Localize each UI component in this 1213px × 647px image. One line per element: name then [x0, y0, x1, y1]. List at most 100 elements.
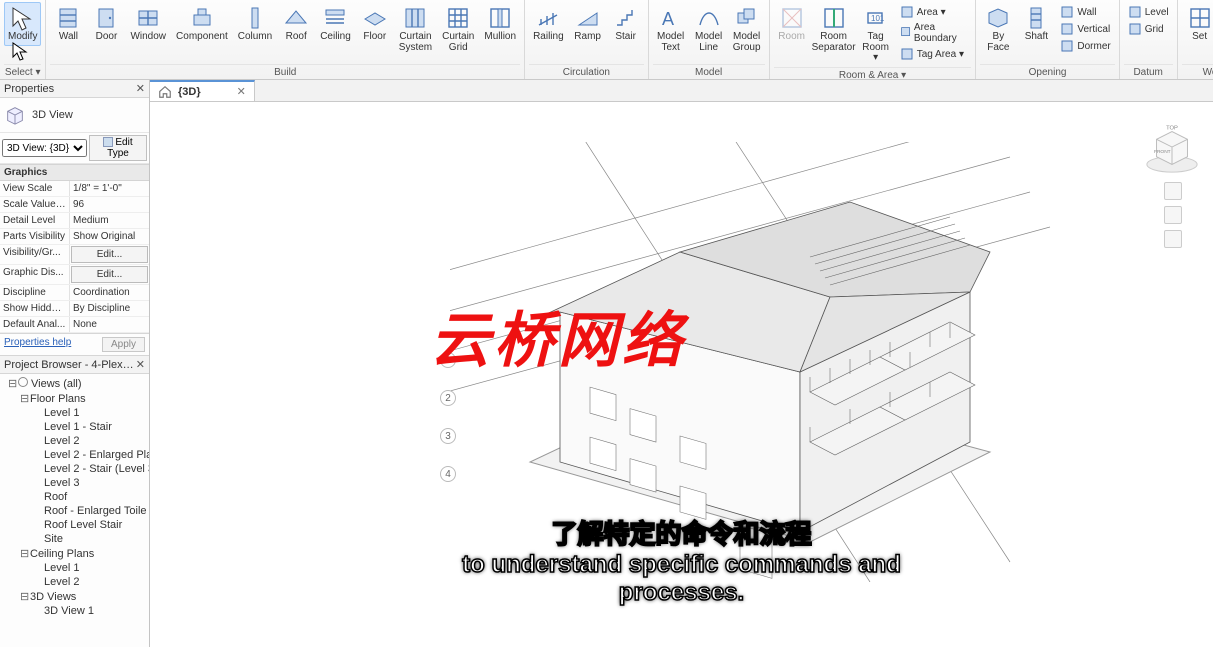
- room-separator-button[interactable]: Room Separator: [812, 2, 856, 56]
- tree-node[interactable]: Site: [0, 532, 149, 546]
- ramp-button[interactable]: Ramp: [570, 2, 606, 46]
- nav-wheel[interactable]: [1163, 182, 1183, 262]
- model-text-button[interactable]: AModel Text: [653, 2, 689, 56]
- mini-label: Grid: [1145, 24, 1164, 35]
- property-row[interactable]: Detail LevelMedium: [0, 213, 149, 229]
- instance-selector[interactable]: 3D View: {3D}: [2, 139, 87, 157]
- tree-node[interactable]: ⊟Floor Plans: [0, 391, 149, 406]
- type-selector[interactable]: 3D View: [0, 98, 149, 133]
- tool-label: Floor: [363, 32, 386, 43]
- tree-label: Level 2: [44, 435, 79, 447]
- by-face-button[interactable]: By Face: [980, 2, 1016, 56]
- properties-header: Properties ✕: [0, 80, 149, 98]
- property-row[interactable]: View Scale1/8" = 1'-0": [0, 181, 149, 197]
- tree-twisty-icon[interactable]: ⊟: [8, 377, 18, 390]
- ceiling-button[interactable]: Ceiling: [316, 2, 355, 46]
- close-icon[interactable]: ✕: [237, 85, 246, 98]
- tool-label: Tag Room ▾: [862, 32, 890, 64]
- tree-node[interactable]: Roof: [0, 490, 149, 504]
- by-face-icon: [985, 5, 1011, 31]
- tree-node[interactable]: Level 1: [0, 406, 149, 420]
- view-cube[interactable]: TOP FRONT: [1143, 118, 1201, 176]
- tool-label: Wall: [59, 32, 78, 43]
- property-row[interactable]: Default Anal...None: [0, 317, 149, 333]
- tree-node[interactable]: Level 1: [0, 561, 149, 575]
- property-row[interactable]: Parts VisibilityShow Original: [0, 229, 149, 245]
- property-value[interactable]: Show Original: [70, 229, 149, 244]
- apply-button[interactable]: Apply: [102, 337, 145, 352]
- stair-button[interactable]: Stair: [608, 2, 644, 46]
- tree-twisty-icon[interactable]: ⊟: [20, 590, 30, 603]
- opening-wall-icon: [1060, 5, 1074, 19]
- curtain-system-button[interactable]: Curtain System: [395, 2, 436, 56]
- level-button[interactable]: Level: [1126, 4, 1171, 20]
- tree-node[interactable]: 3D View 1: [0, 604, 149, 618]
- railing-button[interactable]: Railing: [529, 2, 568, 46]
- tree-node[interactable]: ⊟3D Views: [0, 589, 149, 604]
- opening-dormer-button[interactable]: Dormer: [1058, 38, 1112, 54]
- mini-label: Area ▾: [917, 7, 946, 18]
- column-button[interactable]: Column: [234, 2, 276, 46]
- property-row[interactable]: Scale Value ...96: [0, 197, 149, 213]
- property-value[interactable]: Edit...: [71, 266, 148, 283]
- wall-button[interactable]: Wall: [50, 2, 86, 46]
- property-value[interactable]: Coordination: [70, 285, 149, 300]
- grid-button[interactable]: Grid: [1126, 21, 1171, 37]
- opening-dormer-icon: [1060, 39, 1074, 53]
- opening-vertical-button[interactable]: Vertical: [1058, 21, 1112, 37]
- tab-3d-view[interactable]: {3D} ✕: [150, 80, 255, 101]
- property-value[interactable]: Medium: [70, 213, 149, 228]
- property-value[interactable]: None: [70, 317, 149, 332]
- property-row[interactable]: Graphic Dis...Edit...: [0, 265, 149, 285]
- property-value[interactable]: 1/8" = 1'-0": [70, 181, 149, 196]
- component-button[interactable]: Component: [172, 2, 232, 46]
- tree-node[interactable]: ⊟Ceiling Plans: [0, 546, 149, 561]
- tag-room-button[interactable]: 101Tag Room ▾: [858, 2, 894, 67]
- tree-node[interactable]: Level 1 - Stair: [0, 420, 149, 434]
- tool-label: Roof: [286, 32, 307, 43]
- tree-node[interactable]: Level 2 - Enlarged Pla: [0, 448, 149, 462]
- property-row[interactable]: Show Hidden...By Discipline: [0, 301, 149, 317]
- tree-node[interactable]: Roof Level Stair: [0, 518, 149, 532]
- shaft-button[interactable]: Shaft: [1018, 2, 1054, 46]
- close-icon[interactable]: ✕: [136, 358, 145, 371]
- browser-title: Project Browser - 4-Plex Housin...: [4, 359, 136, 371]
- tree-node[interactable]: Level 3: [0, 476, 149, 490]
- tree-twisty-icon[interactable]: ⊟: [20, 392, 30, 405]
- drawing-canvas[interactable]: TOP FRONT: [150, 102, 1213, 647]
- tool-label: Ceiling: [320, 32, 351, 43]
- mullion-button[interactable]: Mullion: [480, 2, 520, 46]
- close-icon[interactable]: ✕: [136, 82, 145, 95]
- set-button[interactable]: Set: [1182, 2, 1213, 46]
- property-row[interactable]: Visibility/Gr...Edit...: [0, 245, 149, 265]
- curtain-grid-button[interactable]: Curtain Grid: [438, 2, 478, 56]
- tool-label: Ramp: [574, 32, 601, 43]
- model-line-button[interactable]: Model Line: [691, 2, 727, 56]
- modify-button[interactable]: Modify: [4, 2, 41, 46]
- tree-node[interactable]: Roof - Enlarged Toile: [0, 504, 149, 518]
- property-value[interactable]: By Discipline: [70, 301, 149, 316]
- type-name: 3D View: [32, 109, 73, 121]
- door-button[interactable]: Door: [88, 2, 124, 46]
- tag-area-button[interactable]: Tag Area ▾: [898, 46, 970, 62]
- window-button[interactable]: Window: [126, 2, 170, 46]
- tree-node[interactable]: Level 2: [0, 434, 149, 448]
- property-key: Parts Visibility: [0, 229, 70, 244]
- property-value[interactable]: 96: [70, 197, 149, 212]
- property-value[interactable]: Edit...: [71, 246, 148, 263]
- floor-button[interactable]: Floor: [357, 2, 393, 46]
- left-panels: Properties ✕ 3D View 3D View: {3D} Edit …: [0, 80, 150, 647]
- tree-node[interactable]: ⊟Views (all): [0, 376, 149, 391]
- tree-node[interactable]: Level 2: [0, 575, 149, 589]
- edit-type-button[interactable]: Edit Type: [89, 135, 147, 161]
- opening-wall-button[interactable]: Wall: [1058, 4, 1112, 20]
- roof-button[interactable]: Roof: [278, 2, 314, 46]
- area-button[interactable]: Area ▾: [898, 4, 970, 20]
- property-row[interactable]: DisciplineCoordination: [0, 285, 149, 301]
- tree-node[interactable]: Level 2 - Stair (Level 3: [0, 462, 149, 476]
- properties-help-link[interactable]: Properties help: [4, 337, 71, 352]
- model-group-button[interactable]: Model Group: [729, 2, 765, 56]
- area-boundary-button[interactable]: Area Boundary: [898, 21, 970, 45]
- graphics-section[interactable]: Graphics: [0, 164, 149, 181]
- tree-twisty-icon[interactable]: ⊟: [20, 547, 30, 560]
